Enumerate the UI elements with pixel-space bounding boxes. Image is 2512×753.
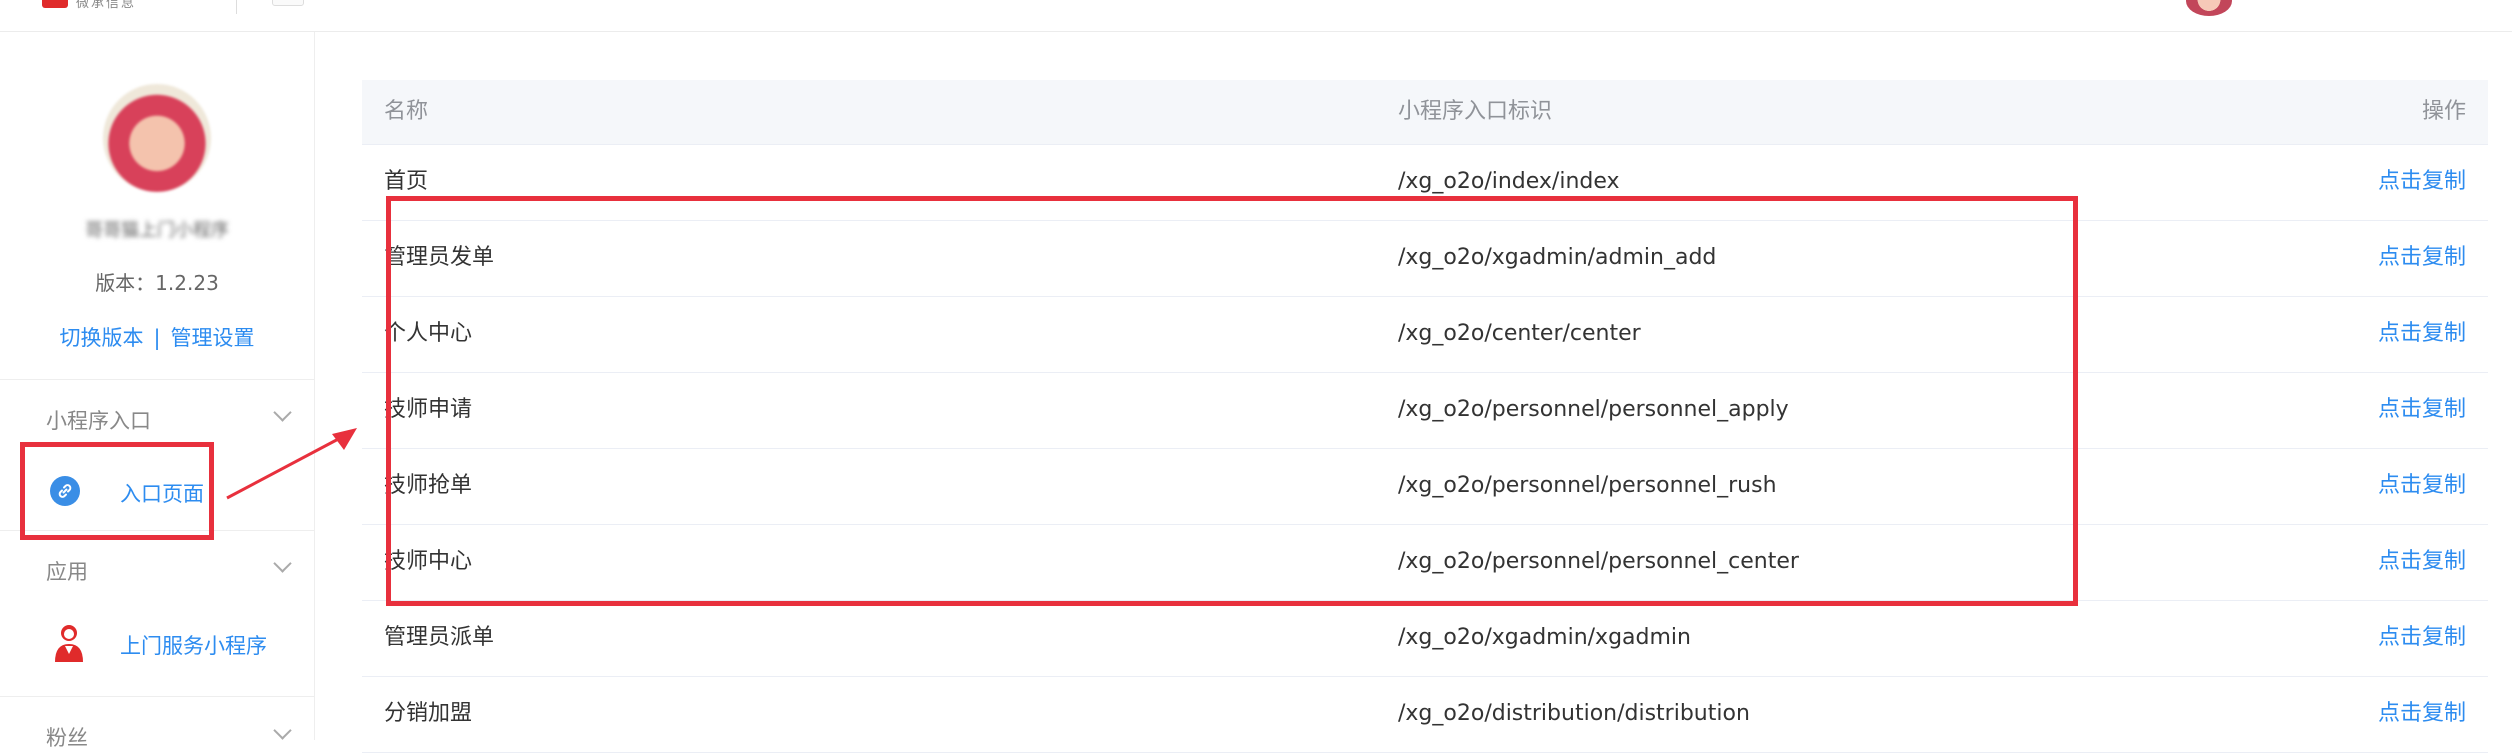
- copy-link[interactable]: 点击复制: [2378, 171, 2466, 193]
- column-header-path: 小程序入口标识: [1398, 99, 1553, 124]
- copy-link[interactable]: 点击复制: [2378, 703, 2466, 725]
- row-path: /xg_o2o/distribution/distribution: [1398, 701, 1750, 726]
- row-name: 管理员派单: [384, 625, 495, 650]
- logo-mark: [42, 0, 68, 8]
- sidebar: 哥哥猫上门小程序 版本：1.2.23 切换版本 | 管理设置 小程序入口 入口页面 …: [0, 32, 315, 750]
- chevron-down-icon[interactable]: [273, 554, 292, 573]
- copy-link[interactable]: 点击复制: [2378, 323, 2466, 345]
- section-title-entry[interactable]: 小程序入口: [46, 405, 151, 435]
- sidebar-item-service-miniapp[interactable]: 上门服务小程序: [46, 618, 314, 668]
- top-bar: 微承信息: [0, 0, 2512, 32]
- highlight-box-sidebar: [20, 442, 214, 540]
- highlight-box-table: [386, 196, 2078, 606]
- app-version: 版本：1.2.23: [95, 271, 219, 295]
- sidebar-item-label: 上门服务小程序: [120, 634, 267, 658]
- brand-logo[interactable]: 微承信息: [42, 0, 212, 11]
- column-header-op: 操作: [2421, 99, 2466, 124]
- menu-toggle-button[interactable]: [272, 0, 304, 6]
- sidebar-divider: [0, 696, 314, 697]
- top-divider: [236, 0, 237, 14]
- copy-link[interactable]: 点击复制: [2378, 551, 2466, 573]
- row-path: /xg_o2o/index/index: [1398, 169, 1620, 194]
- annotation-arrow-icon: [226, 428, 357, 500]
- app-name: 哥哥猫上门小程序: [85, 220, 229, 241]
- person-icon: [55, 625, 83, 662]
- sidebar-divider: [0, 379, 314, 380]
- table-row: 管理员派单 /xg_o2o/xgadmin/xgadmin 点击复制: [362, 600, 2488, 677]
- switch-version-link[interactable]: 切换版本: [59, 326, 143, 350]
- copy-link[interactable]: 点击复制: [2378, 627, 2466, 649]
- section-title-apps[interactable]: 应用: [46, 556, 88, 586]
- copy-link[interactable]: 点击复制: [2378, 475, 2466, 497]
- sidebar-links: 切换版本 | 管理设置: [0, 322, 314, 352]
- table-header: 名称 小程序入口标识 操作: [362, 80, 2488, 145]
- section-title-fans[interactable]: 粉丝: [46, 722, 88, 752]
- chevron-down-icon[interactable]: [273, 721, 292, 740]
- copy-link[interactable]: 点击复制: [2378, 247, 2466, 269]
- chevron-down-icon[interactable]: [273, 403, 292, 422]
- manage-settings-link[interactable]: 管理设置: [171, 326, 255, 350]
- column-header-name: 名称: [384, 99, 429, 124]
- row-path: /xg_o2o/xgadmin/xgadmin: [1398, 625, 1691, 650]
- link-separator: |: [153, 326, 161, 350]
- row-name: 首页: [384, 169, 429, 194]
- logo-text: 微承信息: [76, 0, 137, 11]
- row-name: 分销加盟: [384, 701, 473, 726]
- app-avatar: [103, 84, 211, 192]
- copy-link[interactable]: 点击复制: [2378, 399, 2466, 421]
- user-avatar[interactable]: [2186, 0, 2232, 16]
- table-row: 分销加盟 /xg_o2o/distribution/distribution 点…: [362, 676, 2488, 753]
